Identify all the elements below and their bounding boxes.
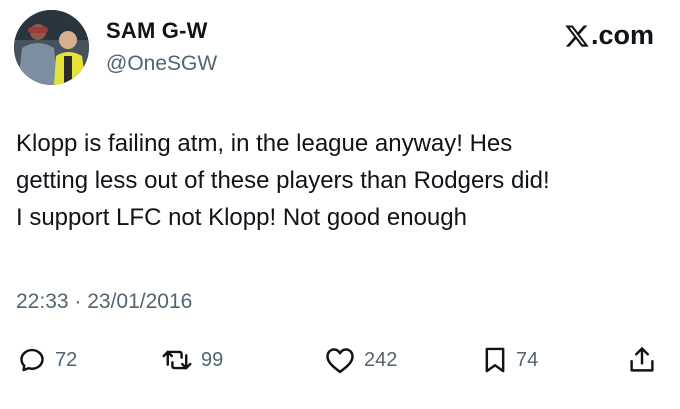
tweet-line: getting less out of these players than R… (16, 167, 550, 194)
avatar[interactable] (14, 10, 89, 85)
x-logo-icon (565, 24, 589, 47)
like-button[interactable]: 242 (325, 340, 397, 380)
bookmark-icon (485, 347, 505, 373)
brand-domain: .com (590, 20, 654, 50)
repost-button[interactable]: 99 (162, 340, 223, 380)
action-bar: 72 99 242 74 (0, 340, 680, 380)
bookmark-button[interactable]: 74 (483, 340, 538, 380)
reply-icon (20, 348, 44, 372)
share-icon (630, 347, 654, 372)
brand-link[interactable]: .com (564, 20, 654, 51)
share-button[interactable] (628, 340, 656, 380)
repost-icon (162, 350, 192, 370)
bookmark-count: 74 (516, 348, 539, 371)
tweet-text: Klopp is failing atm, in the league anyw… (16, 125, 666, 236)
author-handle[interactable]: @OneSGW (106, 52, 217, 76)
reply-count: 72 (55, 348, 78, 371)
reply-button[interactable]: 72 (18, 340, 77, 380)
author-name[interactable]: SAM G-W (106, 18, 208, 44)
tweet-line: I support LFC not Klopp! Not good enough (16, 204, 467, 231)
like-icon (326, 348, 354, 374)
like-count: 242 (364, 348, 398, 371)
avatar-photo (14, 10, 89, 85)
tweet-line: Klopp is failing atm, in the league anyw… (16, 130, 513, 157)
repost-count: 99 (201, 348, 224, 371)
tweet-timestamp[interactable]: 22:33 · 23/01/2016 (16, 290, 192, 314)
